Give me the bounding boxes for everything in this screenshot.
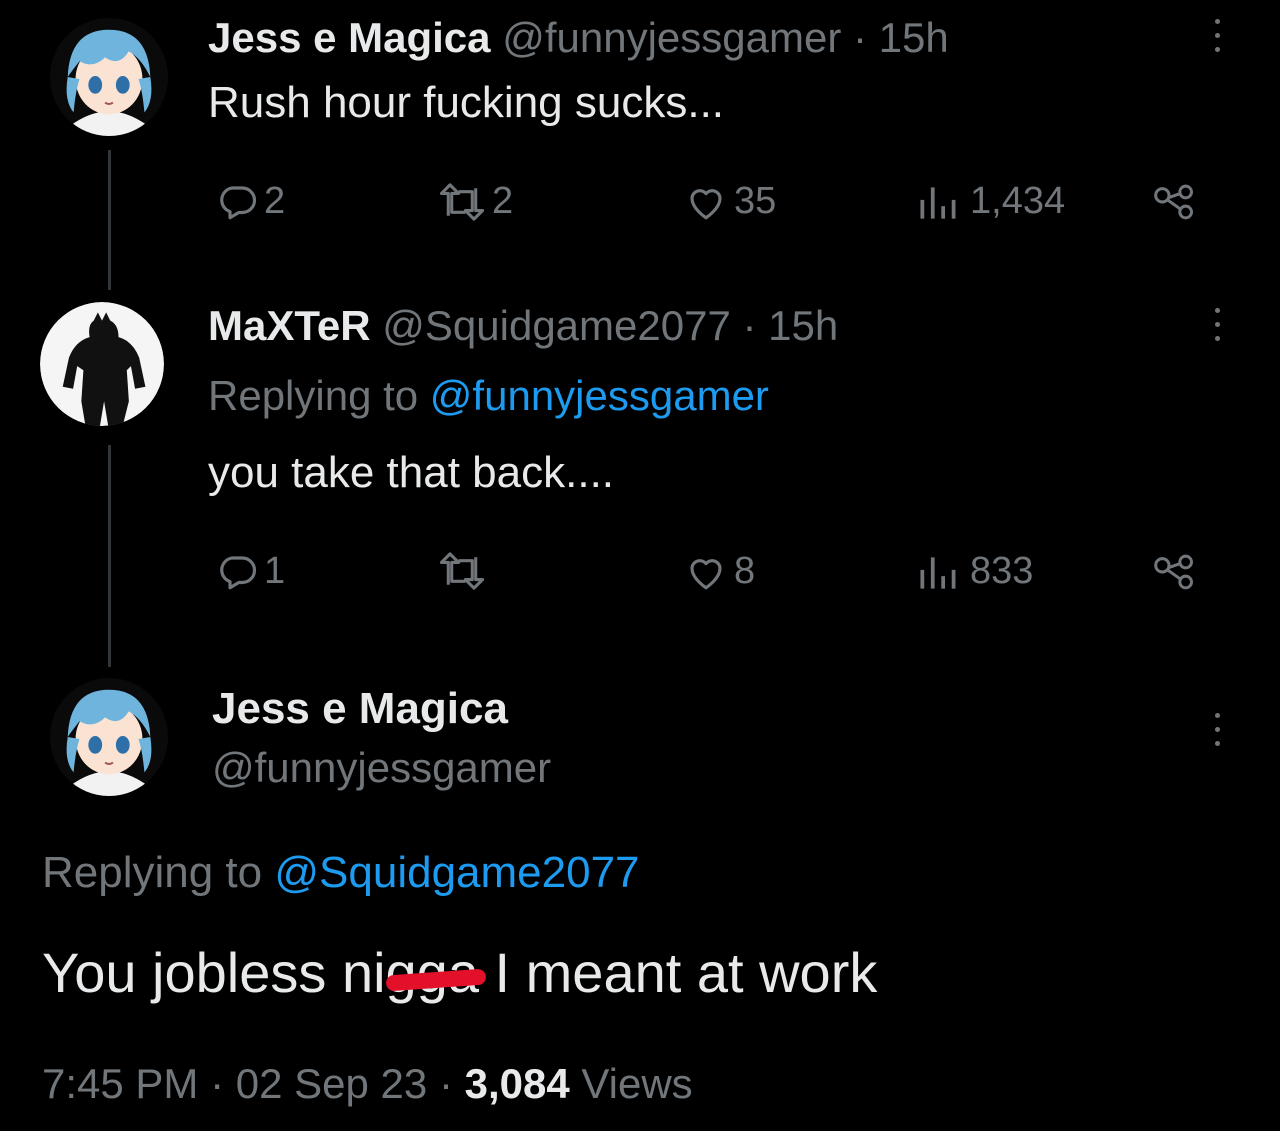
display-name[interactable]: Jess e Magica (212, 684, 508, 734)
replying-to: Replying to @Squidgame2077 (42, 848, 640, 898)
thread-line (108, 150, 111, 290)
reply-button[interactable]: 2 (216, 180, 285, 223)
replying-handle-link[interactable]: @funnyjessgamer (430, 372, 769, 419)
share-button[interactable] (1150, 182, 1198, 222)
views-count: 3,084 (464, 1060, 570, 1107)
replying-prefix: Replying to (208, 372, 419, 419)
separator: · (438, 1060, 453, 1107)
views-count: 1,434 (970, 180, 1066, 222)
more-icon[interactable] (1210, 16, 1224, 56)
display-name[interactable]: Jess e Magica (208, 14, 491, 61)
text-before: You jobless (42, 941, 342, 1004)
separator: · (742, 302, 757, 349)
display-name[interactable]: MaXTeR (208, 302, 371, 349)
tweet-header: Jess e Magica @funnyjessgamer · 15h (208, 14, 949, 62)
replying-prefix: Replying to (42, 848, 263, 897)
tweet-header: MaXTeR @Squidgame2077 · 15h (208, 302, 838, 350)
more-icon[interactable] (1210, 305, 1224, 345)
handle[interactable]: @funnyjessgamer (212, 744, 551, 792)
views-label: Views (581, 1060, 693, 1107)
like-button[interactable]: 8 (684, 550, 755, 593)
reply-button[interactable]: 1 (216, 550, 285, 593)
text-after: I meant at work (478, 941, 878, 1004)
share-icon (1154, 554, 1193, 590)
reply-count: 1 (264, 550, 286, 592)
like-button[interactable]: 35 (684, 180, 776, 223)
avatar[interactable] (50, 18, 168, 136)
retweet-button[interactable]: 2 (438, 180, 513, 223)
more-icon[interactable] (1210, 710, 1224, 750)
retweet-button[interactable] (438, 550, 492, 592)
retweet-icon (439, 552, 485, 590)
like-icon (690, 558, 722, 589)
separator: · (210, 1060, 225, 1107)
tweet-text: Rush hour fucking sucks... (208, 78, 725, 127)
thread-line (108, 445, 111, 667)
tweet-meta: 7:45 PM · 02 Sep 23 · 3,084 Views (42, 1060, 693, 1108)
views-icon (920, 186, 956, 219)
replying-handle-link[interactable]: @Squidgame2077 (274, 848, 639, 897)
timestamp[interactable]: 15h (768, 302, 838, 349)
views-count: 833 (970, 550, 1034, 592)
views-button[interactable]: 833 (914, 550, 1033, 593)
reply-count: 2 (264, 180, 286, 222)
like-icon (690, 188, 722, 219)
like-count: 35 (734, 180, 777, 222)
separator: · (852, 14, 867, 61)
share-icon (1154, 184, 1193, 220)
reply-icon (220, 185, 257, 219)
timestamp[interactable]: 15h (879, 14, 949, 61)
handle[interactable]: @Squidgame2077 (382, 302, 731, 349)
replying-to: Replying to @funnyjessgamer (208, 372, 769, 420)
views-icon (920, 556, 956, 589)
tweet-text: you take that back.... (208, 448, 615, 497)
avatar[interactable] (50, 678, 168, 796)
like-count: 8 (734, 550, 756, 592)
reply-icon (220, 555, 257, 589)
avatar[interactable] (40, 302, 164, 426)
timestamp[interactable]: 7:45 PM (42, 1060, 198, 1107)
date[interactable]: 02 Sep 23 (236, 1060, 428, 1107)
retweet-count: 2 (492, 180, 514, 222)
handle[interactable]: @funnyjessgamer (502, 14, 841, 61)
retweet-icon (439, 182, 485, 221)
views-button[interactable]: 1,434 (914, 180, 1065, 223)
share-button[interactable] (1150, 552, 1198, 592)
